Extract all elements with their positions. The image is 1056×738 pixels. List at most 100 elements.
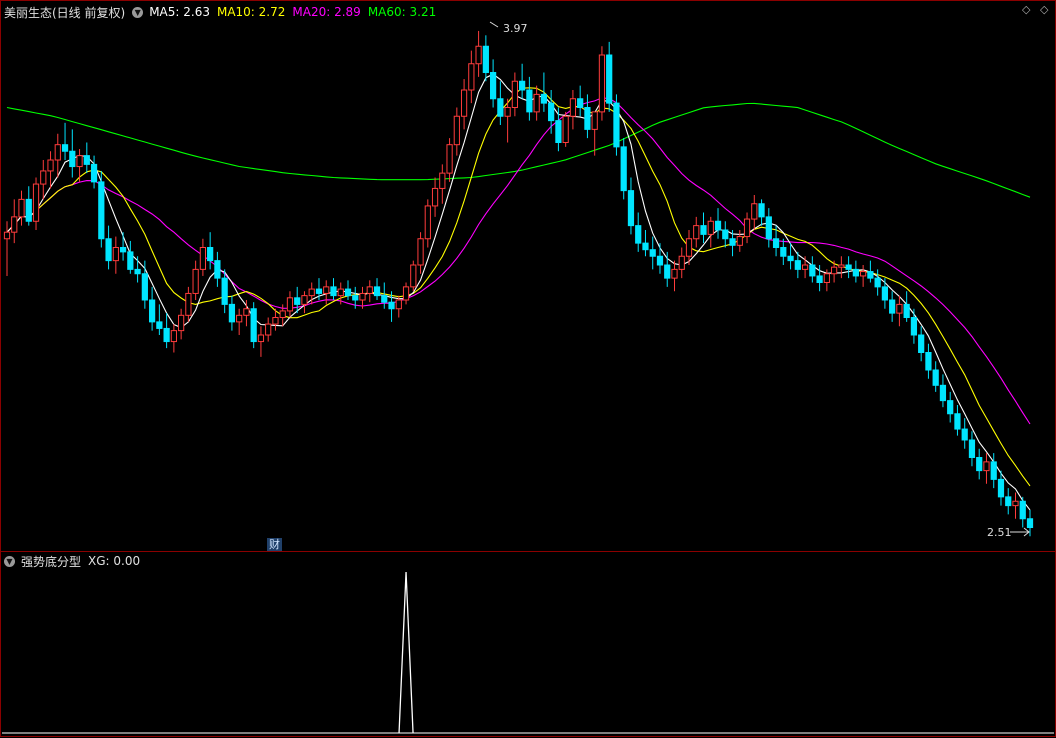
candle-body	[236, 314, 243, 323]
candle-body	[272, 317, 279, 325]
candle-body	[1019, 500, 1026, 520]
candle-body	[693, 225, 700, 240]
candle-body	[838, 264, 845, 268]
candle-body	[323, 286, 330, 294]
candle-body	[867, 271, 874, 279]
candle-body	[918, 334, 925, 353]
candle-body	[591, 111, 598, 130]
candle-body	[562, 115, 569, 143]
candle-body	[47, 159, 54, 172]
candle-body	[395, 299, 402, 310]
candle-body	[729, 238, 736, 246]
candle-body	[780, 247, 787, 257]
indicator-value: XG: 0.00	[88, 554, 141, 568]
candle-body	[794, 260, 801, 270]
candle-body	[845, 264, 852, 270]
candle-body	[185, 292, 192, 316]
candle-body	[475, 45, 482, 65]
candle-body	[170, 330, 177, 343]
candle-body	[431, 187, 439, 207]
candle-body	[221, 277, 228, 305]
finance-badge[interactable]: 财	[267, 538, 282, 551]
candle-body	[3, 231, 11, 240]
candle-body	[148, 299, 156, 323]
candle-body	[134, 268, 141, 275]
candle-body	[381, 295, 388, 303]
chevron-down-icon[interactable]: ▼	[4, 555, 15, 567]
candle-body	[577, 98, 584, 108]
candle-body	[555, 120, 562, 143]
indicator-spike	[398, 571, 414, 734]
low-price-label: 2.51	[987, 526, 1012, 539]
candle-body	[765, 216, 772, 240]
candle-body	[192, 268, 199, 294]
candle-body	[330, 286, 337, 297]
candle-body	[809, 264, 816, 277]
candle-body	[649, 249, 656, 257]
ma60-line	[6, 102, 1031, 198]
candle-body	[453, 115, 460, 146]
candle-body	[700, 225, 707, 235]
candle-body	[526, 89, 533, 113]
candle-body	[656, 255, 664, 266]
candle-body	[954, 413, 961, 430]
ma60-label: MA60: 3.21	[367, 5, 437, 19]
candle-body	[388, 301, 395, 310]
candle-body	[178, 314, 185, 332]
candle-body	[910, 317, 918, 336]
ma-lines	[6, 73, 1031, 511]
candle-body	[707, 220, 714, 235]
candle-body	[961, 428, 968, 441]
candle-body	[286, 297, 294, 312]
candle-body	[548, 102, 555, 122]
candle-body	[671, 268, 678, 279]
candle-body	[751, 203, 758, 220]
ma20-label: MA20: 2.89	[292, 5, 361, 19]
candle-body	[627, 190, 635, 227]
sub-panel-header: ▼ 强势底分型 XG: 0.00	[4, 551, 147, 571]
candle-body	[613, 102, 620, 148]
high-price-label: 3.97	[503, 22, 528, 35]
candle-body	[511, 80, 518, 108]
diamond-icon[interactable]: ◇	[1022, 3, 1030, 16]
candle-body	[504, 107, 511, 117]
candle-body	[373, 286, 381, 297]
candle-body	[11, 216, 18, 233]
candle-body	[722, 229, 729, 240]
candle-body	[18, 198, 25, 218]
candle-body	[76, 155, 83, 168]
candle-body	[446, 144, 453, 174]
chevron-down-icon[interactable]: ▼	[132, 6, 144, 18]
candle-body	[968, 439, 976, 458]
candle-body	[460, 89, 468, 117]
candles	[3, 30, 1034, 537]
candle-body	[714, 220, 722, 231]
candle-body	[983, 461, 990, 472]
candle-body	[54, 144, 61, 161]
candle-body	[352, 295, 359, 301]
candle-body	[1005, 496, 1012, 507]
candle-body	[141, 273, 148, 301]
candle-body	[315, 288, 323, 294]
candle-body	[98, 181, 105, 240]
candle-body	[881, 286, 889, 301]
candle-body	[366, 286, 373, 294]
candle-body	[635, 225, 642, 244]
candle-body	[533, 93, 540, 113]
candle-body	[620, 146, 627, 192]
diamond-icon[interactable]: ◇	[1040, 3, 1048, 16]
candle-body	[1026, 518, 1034, 528]
main-panel-header: 美丽生态(日线 前复权) ▼ MA5: 2.63 MA10: 2.72 MA20…	[4, 2, 443, 22]
candle-body	[489, 72, 497, 100]
candle-body	[25, 198, 32, 222]
candle-body	[243, 308, 250, 316]
candle-body	[990, 461, 997, 480]
candle-body	[83, 155, 90, 165]
candle-body	[540, 93, 548, 104]
candle-body	[497, 98, 504, 117]
candle-body	[228, 303, 236, 323]
candle-body	[976, 457, 983, 472]
candle-body	[997, 478, 1005, 498]
candle-body	[127, 251, 134, 270]
candle-body	[816, 275, 823, 283]
